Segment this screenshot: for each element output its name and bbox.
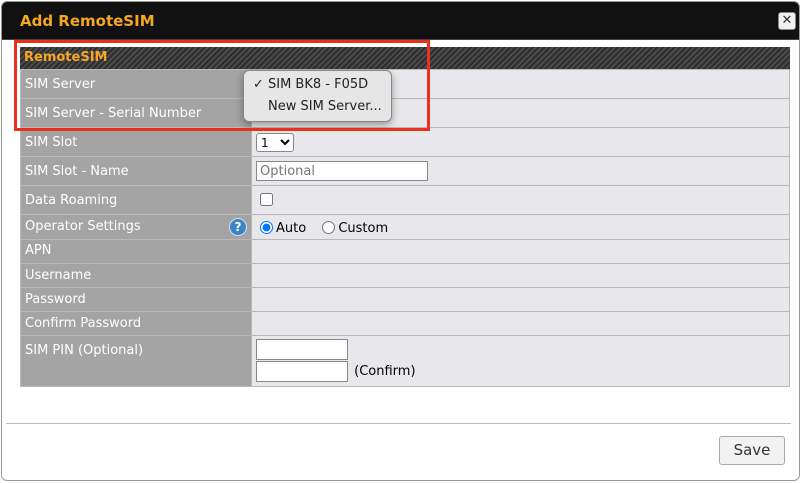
sim-pin-confirm-label: (Confirm) [354, 364, 416, 379]
confirm-password-label: Confirm Password [20, 311, 252, 336]
sim-slot-name-cell [251, 156, 790, 186]
sim-slot-label: SIM Slot [20, 127, 252, 157]
operator-auto-radio[interactable] [260, 221, 273, 234]
operator-auto-label: Auto [276, 221, 307, 236]
apn-value [251, 239, 790, 264]
sim-pin-label: SIM PIN (Optional) [20, 335, 252, 387]
confirm-password-value [251, 311, 790, 336]
footer-divider [6, 423, 791, 424]
dialog-titlebar: Add RemoteSIM ✕ [2, 2, 799, 40]
username-label: Username [20, 263, 252, 288]
save-button[interactable]: Save [719, 436, 785, 465]
sim-slot-cell: 1 [251, 127, 790, 157]
password-label: Password [20, 287, 252, 312]
dialog-title: Add RemoteSIM [20, 12, 155, 30]
username-value [251, 263, 790, 288]
data-roaming-checkbox[interactable] [260, 193, 273, 206]
close-icon[interactable]: ✕ [778, 12, 796, 30]
highlight-box [14, 40, 430, 131]
data-roaming-cell [251, 185, 790, 215]
apn-label: APN [20, 239, 252, 264]
operator-custom-radio[interactable] [322, 221, 336, 234]
help-icon[interactable]: ? [229, 218, 247, 236]
operator-settings-cell: Auto Custom [251, 214, 790, 240]
data-roaming-label: Data Roaming [20, 185, 252, 215]
operator-settings-label: Operator Settings ? [20, 214, 252, 240]
sim-slot-name-input[interactable] [256, 161, 428, 181]
sim-pin-input[interactable] [256, 339, 348, 360]
sim-slot-name-label: SIM Slot - Name [20, 156, 252, 186]
password-value [251, 287, 790, 312]
operator-custom-label: Custom [338, 221, 389, 236]
sim-pin-cell: (Confirm) [251, 335, 790, 387]
sim-slot-select[interactable]: 1 [256, 133, 294, 152]
sim-pin-confirm-input[interactable] [256, 361, 348, 382]
